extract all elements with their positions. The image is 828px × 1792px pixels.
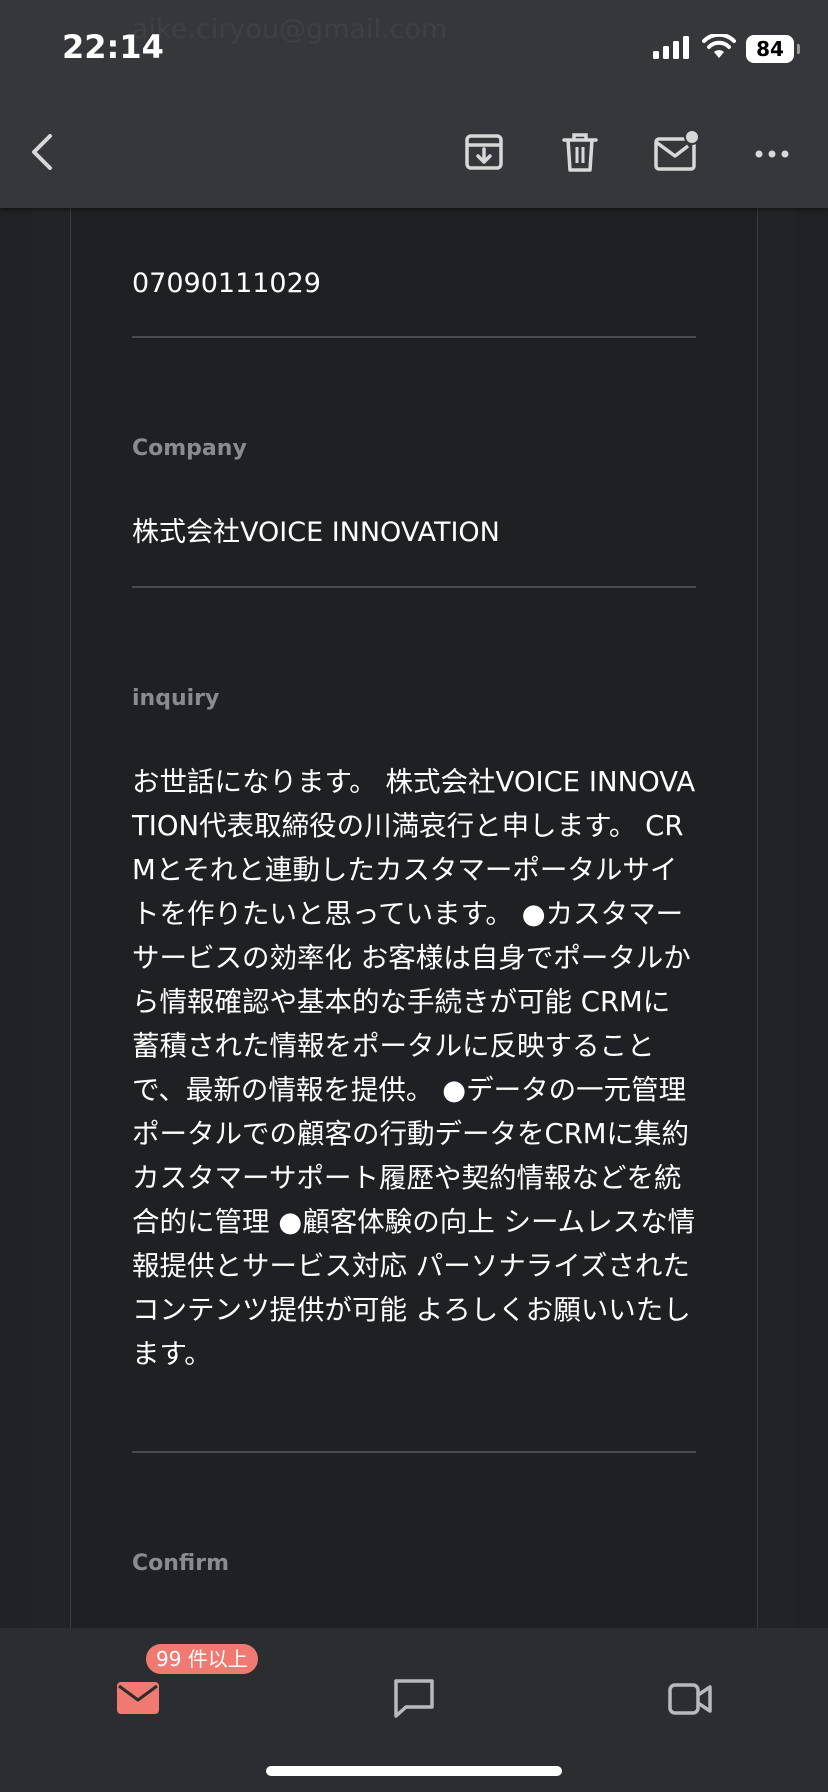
- back-button[interactable]: [20, 128, 68, 176]
- archive-icon: [465, 134, 503, 170]
- home-indicator: [266, 1766, 562, 1776]
- trash-icon: [562, 133, 598, 172]
- wifi-icon: [702, 32, 736, 64]
- phone-value: 07090111029: [132, 268, 321, 299]
- confirm-label: Confirm: [132, 1551, 230, 1576]
- divider: [132, 586, 696, 588]
- mark-unread-button[interactable]: [652, 128, 700, 176]
- divider: [132, 1451, 696, 1453]
- inquiry-text: お世話になります。 株式会社VOICE INNOVATION代表取締役の川満哀行…: [132, 766, 696, 1370]
- chat-bubble-icon: [394, 1679, 434, 1718]
- delete-button[interactable]: [556, 128, 604, 176]
- mail-icon: [117, 1682, 159, 1714]
- mail-count-badge: 99 件以上: [146, 1644, 258, 1674]
- more-icon: [755, 150, 789, 158]
- video-camera-icon: [668, 1683, 712, 1715]
- faded-sender-address: aike.ciryou@gmail.com: [132, 14, 448, 45]
- status-icons: 84: [652, 32, 800, 64]
- signal-icon: [652, 35, 692, 63]
- inquiry-label: inquiry: [132, 686, 220, 711]
- more-button[interactable]: [748, 128, 796, 176]
- divider: [132, 336, 696, 338]
- tab-video[interactable]: [660, 1668, 720, 1728]
- status-time: 22:14: [62, 28, 164, 66]
- tab-mail[interactable]: [108, 1668, 168, 1728]
- tab-chat[interactable]: [384, 1668, 444, 1728]
- archive-button[interactable]: [460, 128, 508, 176]
- mail-unread-icon: [654, 130, 700, 171]
- battery-indicator: 84: [746, 35, 800, 63]
- company-label: Company: [132, 436, 247, 461]
- company-value: 株式会社VOICE INNOVATION: [132, 517, 500, 548]
- chevron-left-icon: [32, 134, 52, 170]
- top-navigation-bar: aike.ciryou@gmail.com 22:14 84: [0, 0, 828, 208]
